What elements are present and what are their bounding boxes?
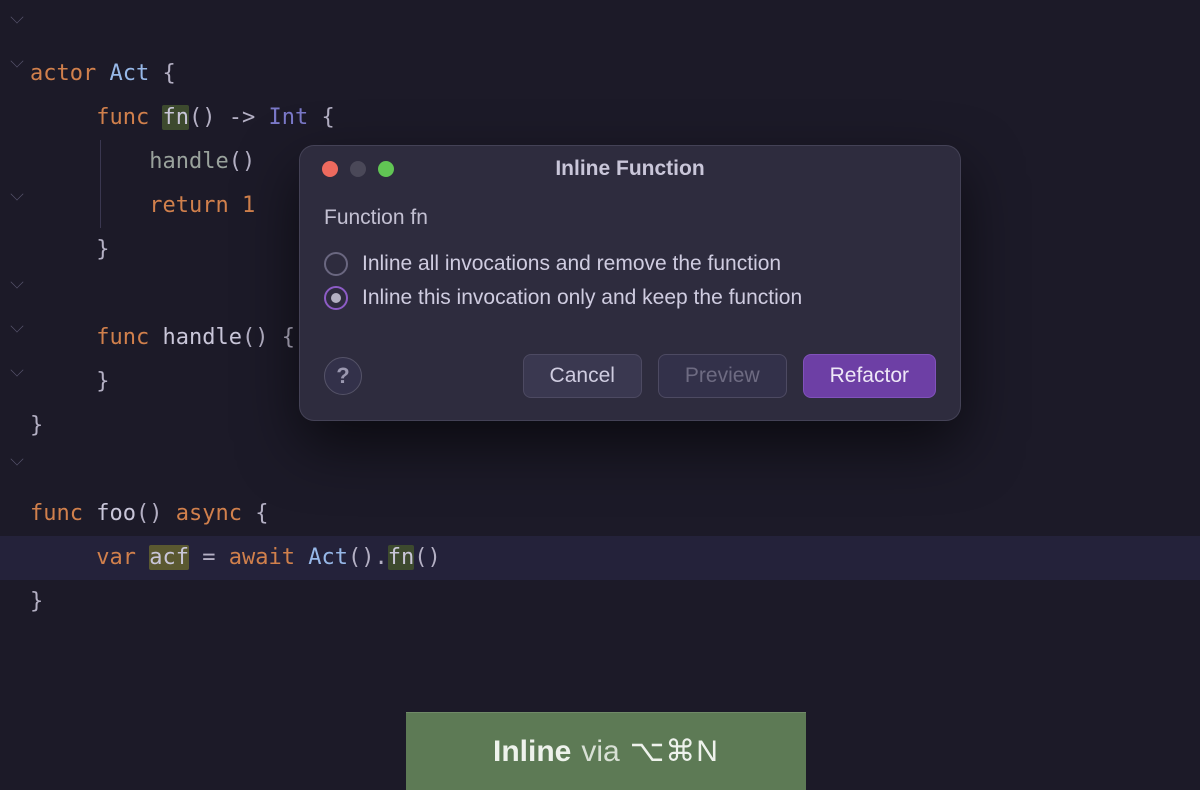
parens: () [229,149,256,174]
function-call: handle [149,149,228,174]
brace: { [255,501,268,526]
inline-function-dialog: Inline Function Function fn Inline all i… [300,146,960,420]
radio-selected-icon[interactable] [324,286,348,310]
hint-via: via [581,735,619,769]
refactor-button[interactable]: Refactor [803,354,936,398]
code-line[interactable]: func foo() async { [0,492,1200,536]
code-line[interactable]: } [0,580,1200,624]
fold-marker-icon[interactable] [11,11,24,24]
brace: } [96,237,109,262]
dialog-titlebar[interactable]: Inline Function [300,146,960,192]
fullscreen-icon[interactable] [378,161,394,177]
keyword: var [96,545,136,570]
hint-shortcut: ⌥⌘N [630,734,719,769]
option-inline-this[interactable]: Inline this invocation only and keep the… [324,286,936,310]
function-label: Function fn [324,206,936,230]
keyword: func [96,325,149,350]
minimize-icon [350,161,366,177]
radio-unselected-icon[interactable] [324,252,348,276]
traffic-lights [300,161,394,177]
parens: () [136,501,163,526]
brace: } [96,369,109,394]
parens: () [189,105,216,130]
dialog-footer: ? Cancel Preview Refactor [300,354,960,420]
function-name-highlight: fn [388,545,415,570]
keyword: async [176,501,242,526]
brace: { [321,105,334,130]
parens: () [348,545,375,570]
code-line[interactable]: func fn() -> Int { [0,96,1200,140]
close-icon[interactable] [322,161,338,177]
keyword: func [96,105,149,130]
function-name-highlight: fn [162,105,189,130]
keyword: await [229,545,295,570]
function-name: foo [96,501,136,526]
dialog-title: Inline Function [300,157,960,181]
code-line[interactable]: actor Act { [0,52,1200,96]
operator: = [202,545,215,570]
keyword: return [149,193,228,218]
keyword: func [30,501,83,526]
parens: () [414,545,441,570]
dot: . [374,545,387,570]
option-inline-all[interactable]: Inline all invocations and remove the fu… [324,252,936,276]
return-type: Int [268,105,308,130]
cancel-button[interactable]: Cancel [523,354,642,398]
type-name: Act [308,545,348,570]
brace: { [162,61,175,86]
shortcut-hint: Inline via ⌥⌘N [406,712,806,790]
option-label: Inline all invocations and remove the fu… [362,252,781,276]
parens: () [242,325,269,350]
brace: { [282,325,295,350]
code-line-highlight[interactable]: var acf = await Act().fn() [0,536,1200,580]
brace: } [30,589,43,614]
preview-button: Preview [658,354,787,398]
hint-action: Inline [493,735,571,769]
function-name: handle [162,325,241,350]
keyword: actor [30,61,96,86]
help-button[interactable]: ? [324,357,362,395]
dialog-body: Function fn Inline all invocations and r… [300,192,960,340]
code-line[interactable] [0,448,1200,492]
arrow: -> [229,105,256,130]
variable-highlight: acf [149,545,189,570]
brace: } [30,413,43,438]
option-label: Inline this invocation only and keep the… [362,286,802,310]
number-literal: 1 [242,193,255,218]
type-name: Act [109,61,149,86]
